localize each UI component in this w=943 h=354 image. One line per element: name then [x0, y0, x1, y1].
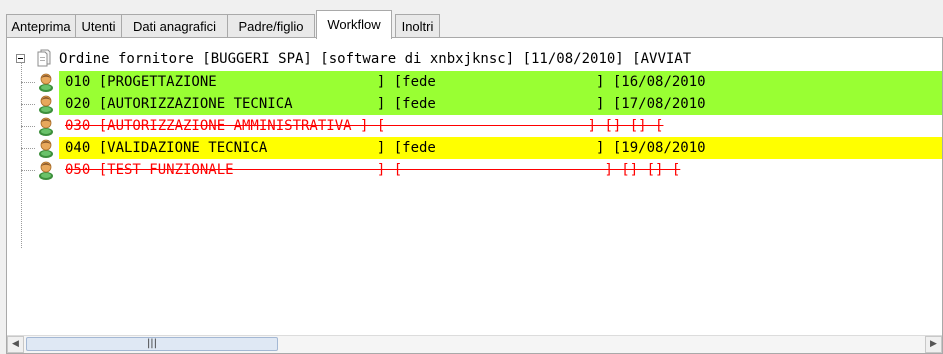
workflow-tree[interactable]: Ordine fornitore [BUGGERI SPA] [software… [16, 46, 942, 331]
user-icon [39, 117, 53, 136]
horizontal-scrollbar[interactable]: ◀ ||| ▶ [7, 335, 942, 353]
tree-node-030[interactable]: 030 [AUTORIZZAZIONE AMMINISTRATIVA ] [ ]… [21, 115, 942, 137]
scrollbar-thumb[interactable]: ||| [26, 337, 278, 351]
tab-strip: Anteprima Utenti Dati anagrafici Padre/f… [6, 10, 936, 39]
document-icon [37, 49, 51, 67]
tab-workflow[interactable]: Workflow [316, 10, 392, 39]
tree-node-label: 050 [TEST FUNZIONALE ] [ ] [] [] [ [65, 162, 681, 178]
scroll-left-button[interactable]: ◀ [7, 336, 24, 353]
tab-anteprima[interactable]: Anteprima [6, 14, 76, 37]
tree-node-label: 040 [VALIDAZIONE TECNICA ] [fede ] [19/0… [59, 137, 942, 159]
tree-node-label: 020 [AUTORIZZAZIONE TECNICA ] [fede ] [1… [59, 93, 942, 115]
tree-root-label: Ordine fornitore [BUGGERI SPA] [software… [59, 51, 692, 67]
tree-node-020[interactable]: 020 [AUTORIZZAZIONE TECNICA ] [fede ] [1… [21, 93, 942, 115]
scroll-right-button[interactable]: ▶ [925, 336, 942, 353]
tree-root-node[interactable]: Ordine fornitore [BUGGERI SPA] [software… [16, 48, 691, 70]
user-icon [39, 139, 53, 158]
tab-utenti[interactable]: Utenti [75, 14, 122, 37]
user-icon [39, 73, 53, 92]
user-icon [39, 95, 53, 114]
tab-inoltri[interactable]: Inoltri [395, 14, 440, 37]
tree-node-050[interactable]: 050 [TEST FUNZIONALE ] [ ] [] [] [ [21, 159, 942, 181]
tree-node-label: 010 [PROGETTAZIONE ] [fede ] [16/08/2010 [59, 71, 942, 93]
workflow-panel: Ordine fornitore [BUGGERI SPA] [software… [6, 37, 943, 354]
tab-dati-anagrafici[interactable]: Dati anagrafici [121, 14, 228, 37]
tree-node-label: 030 [AUTORIZZAZIONE AMMINISTRATIVA ] [ ]… [65, 118, 664, 134]
tree-node-010[interactable]: 010 [PROGETTAZIONE ] [fede ] [16/08/2010 [21, 71, 942, 93]
user-icon [39, 161, 53, 180]
grip-icon: ||| [146, 338, 158, 349]
tree-node-040[interactable]: 040 [VALIDAZIONE TECNICA ] [fede ] [19/0… [21, 137, 942, 159]
tab-padre-figlio[interactable]: Padre/figlio [227, 14, 315, 37]
tree-connector [21, 62, 22, 248]
